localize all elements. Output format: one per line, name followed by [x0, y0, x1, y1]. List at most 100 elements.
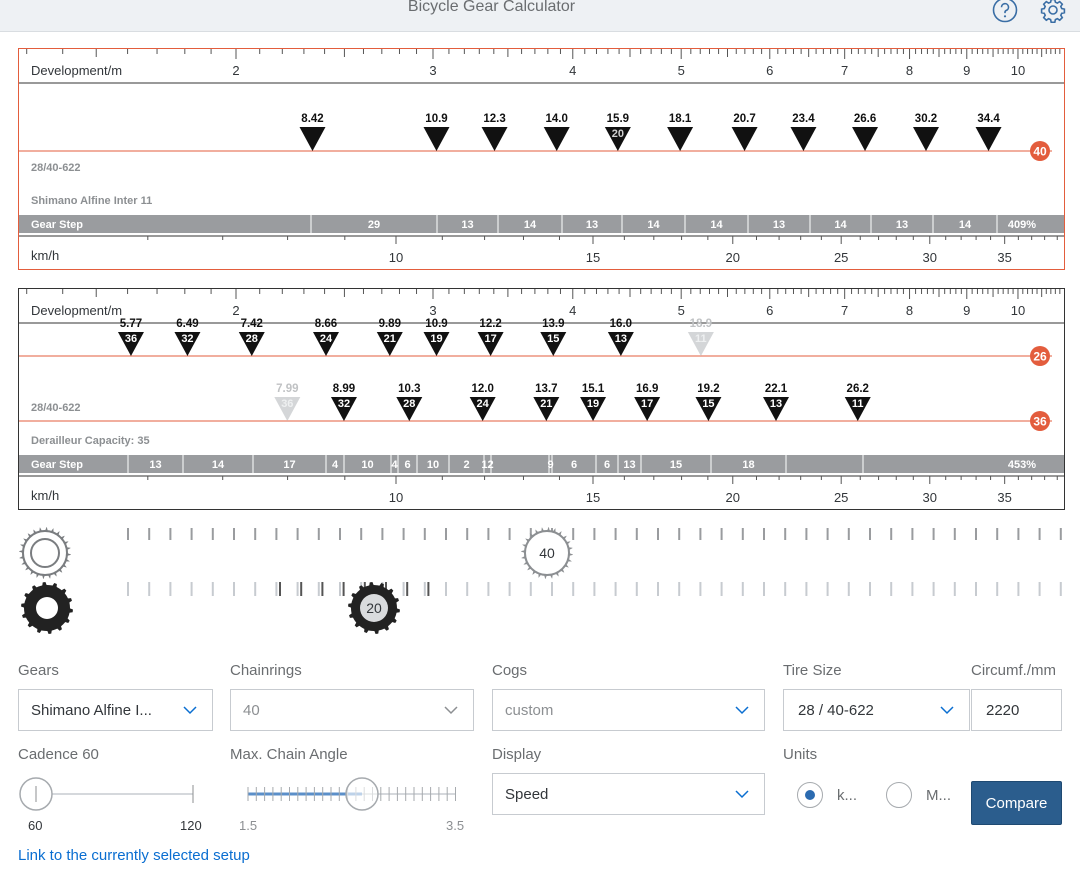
gear-step-value: 13 [773, 219, 785, 231]
chevron-down-icon [735, 790, 749, 799]
gear-cog-label: 28 [246, 333, 258, 345]
kmh-tick-label: 10 [389, 250, 403, 265]
cog-slider-value: 20 [366, 600, 382, 616]
chevron-down-icon [183, 706, 197, 715]
gear-development-label: 19.2 [697, 383, 719, 395]
gear-step-value: 14 [710, 219, 723, 231]
gear-cog-label: 13 [770, 398, 782, 410]
chainrings-select[interactable]: 40 [230, 689, 474, 731]
kmh-tick-label: 15 [586, 250, 600, 265]
gear-step-value: 13 [461, 219, 473, 231]
gear-development-label: 13.7 [535, 383, 557, 395]
chevron-down-icon [940, 706, 954, 715]
cadence-min-label: 60 [28, 818, 43, 833]
kmh-axis-label: km/h [31, 488, 59, 503]
gear-marker [912, 127, 939, 151]
display-select[interactable]: Speed [492, 773, 765, 815]
gears-label: Gears [18, 662, 59, 679]
kmh-tick-label: 10 [389, 490, 403, 505]
app-header: Bicycle Gear Calculator [0, 0, 1080, 32]
gears-select-value: Shimano Alfine I... [31, 701, 152, 719]
gear-marker [543, 127, 570, 151]
kmh-tick-label: 35 [997, 250, 1011, 265]
gear-marker [667, 127, 694, 151]
display-select-value: Speed [505, 785, 549, 803]
chainring-badge-label: 36 [1033, 415, 1047, 429]
gear-step-value: 14 [959, 219, 972, 231]
gear-development-label: 18.9 [690, 318, 712, 330]
gear-development-label: 16.0 [610, 318, 632, 330]
gear-development-label: 12.3 [483, 113, 505, 125]
gear-development-label: 12.2 [479, 318, 501, 330]
gear-cog-label: 21 [384, 333, 396, 345]
gear-step-value: 10 [361, 459, 373, 471]
chainring-slider-value: 40 [539, 545, 555, 561]
gear-cog-label: 24 [477, 398, 490, 410]
gear-chart-alfine[interactable]: Development/m 2 3 4 5 6 7 8 9 10 40 8.42 10.9 12.3 14.… [18, 48, 1065, 270]
gear-step-value: 29 [368, 219, 380, 231]
chevron-down-icon [735, 706, 749, 715]
development-tick-label: 5 [678, 303, 685, 318]
development-tick-label: 2 [232, 63, 239, 78]
gear-step-value: 17 [283, 459, 295, 471]
system-label: Shimano Alfine Inter 11 [31, 195, 152, 207]
gear-development-label: 7.99 [276, 383, 298, 395]
gear-step-value: 13 [149, 459, 161, 471]
kmh-tick-label: 20 [726, 490, 740, 505]
gear-step-value: 14 [834, 219, 847, 231]
tire-size-value: 28 / 40-622 [798, 701, 874, 719]
gear-cog-label: 32 [181, 333, 193, 345]
gear-cog-label: 17 [484, 333, 496, 345]
gear-cog-label: 21 [540, 398, 552, 410]
kmh-tick-label: 20 [726, 250, 740, 265]
units-imperial-label: M... [926, 787, 951, 804]
development-tick-label: 8 [906, 303, 913, 318]
gear-step-value: 4 [332, 459, 339, 471]
gear-chart-derailleur[interactable]: Development/m 2 3 4 5 6 7 8 9 10 26 5.77 36 6.49 32 7.4… [18, 288, 1065, 510]
units-radio-imperial[interactable] [886, 782, 912, 808]
gear-development-label: 9.89 [379, 318, 401, 330]
units-metric-label: k... [837, 787, 858, 804]
chain-angle-slider[interactable] [230, 776, 470, 812]
units-radio-metric[interactable] [797, 782, 823, 808]
chain-angle-max-label: 3.5 [446, 818, 465, 833]
question-circle-icon[interactable] [991, 0, 1019, 24]
kmh-tick-label: 15 [586, 490, 600, 505]
gear-step-value: 4 [391, 459, 398, 471]
units-label: Units [783, 746, 818, 763]
app-root: Bicycle Gear Calculator Development/m 2 3 4… [0, 0, 1080, 880]
compare-button[interactable]: Compare [971, 781, 1062, 825]
gear-selector: 40 20 [18, 520, 1068, 640]
gear-development-label: 10.9 [425, 318, 447, 330]
gear-development-label: 8.66 [315, 318, 337, 330]
gear-cog-label: 19 [430, 333, 442, 345]
gear-step-value: 9 [547, 459, 553, 471]
circumference-input[interactable]: 2220 [971, 689, 1062, 731]
chain-angle-label: Max. Chain Angle [230, 746, 348, 763]
gear-development-label: 6.49 [176, 318, 198, 330]
gear-development-label: 12.0 [471, 383, 493, 395]
development-tick-label: 10 [1011, 303, 1025, 318]
cogs-select[interactable]: custom [492, 689, 765, 731]
gear-development-label: 8.99 [333, 383, 355, 395]
gear-development-label: 26.6 [854, 113, 876, 125]
setup-link[interactable]: Link to the currently selected setup [18, 847, 250, 864]
development-tick-label: 6 [766, 63, 773, 78]
gear-cog-label: 15 [547, 333, 559, 345]
gear-development-label: 23.4 [792, 113, 815, 125]
gear-marker [790, 127, 817, 151]
gear-icon[interactable] [1039, 0, 1067, 24]
gear-cog-label: 19 [587, 398, 599, 410]
gear-development-label: 8.42 [301, 113, 323, 125]
gears-select[interactable]: Shimano Alfine I... [18, 689, 213, 731]
development-tick-label: 9 [963, 63, 970, 78]
gear-development-label: 15.9 [607, 113, 629, 125]
gear-marker [731, 127, 758, 151]
cadence-slider[interactable] [18, 776, 208, 812]
development-tick-label: 8 [906, 63, 913, 78]
development-tick-label: 4 [569, 63, 576, 78]
chainring-badge-label: 40 [1033, 145, 1047, 159]
kmh-axis-label: km/h [31, 248, 59, 263]
tire-size-select[interactable]: 28 / 40-622 [783, 689, 970, 731]
gear-chart-svg: Development/m 2 3 4 5 6 7 8 9 10 40 8.42 10.9 12.3 14.… [19, 49, 1064, 265]
